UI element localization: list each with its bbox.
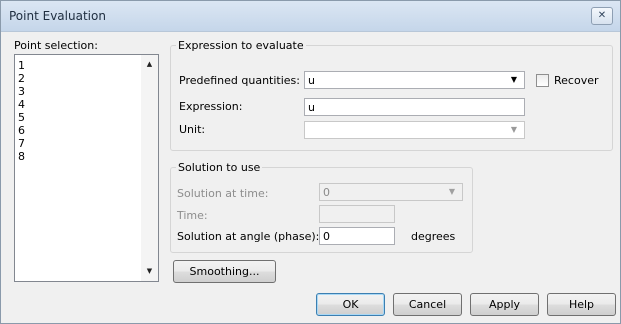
time-label: Time: <box>177 209 208 222</box>
recover-checkbox[interactable] <box>536 74 549 87</box>
expression-input[interactable]: u <box>304 98 525 116</box>
list-item[interactable]: 5 <box>18 111 25 124</box>
angle-label: Solution at angle (phase): <box>177 230 320 243</box>
point-selection-label: Point selection: <box>14 39 98 52</box>
time-input[interactable] <box>319 205 395 223</box>
point-evaluation-dialog: Point Evaluation ✕ Point selection: 1 2 … <box>0 0 621 324</box>
cancel-button[interactable]: Cancel <box>393 293 462 316</box>
unit-label: Unit: <box>179 123 206 136</box>
unit-select[interactable]: ▼ <box>304 121 525 139</box>
solution-time-value: 0 <box>323 186 330 199</box>
expression-value: u <box>308 101 315 114</box>
solution-time-select[interactable]: 0 ▼ <box>319 183 463 201</box>
smoothing-button[interactable]: Smoothing... <box>173 260 276 283</box>
list-item[interactable]: 1 <box>18 59 25 72</box>
scroll-up-icon[interactable]: ▲ <box>141 56 158 73</box>
list-item[interactable]: 7 <box>18 137 25 150</box>
list-item[interactable]: 8 <box>18 150 25 163</box>
angle-input[interactable]: 0 <box>319 227 395 245</box>
list-item[interactable]: 4 <box>18 98 25 111</box>
angle-unit-label: degrees <box>411 230 456 243</box>
ok-button[interactable]: OK <box>316 293 385 316</box>
predefined-quantities-label: Predefined quantities: <box>179 74 300 87</box>
angle-value: 0 <box>323 230 330 243</box>
predefined-quantities-select[interactable]: u ▼ <box>304 71 525 89</box>
solution-group-title: Solution to use <box>176 161 263 174</box>
point-selection-list[interactable]: 1 2 3 4 5 6 7 8 ▲ ▼ <box>14 54 159 282</box>
chevron-down-icon[interactable]: ▼ <box>445 185 459 199</box>
window-title: Point Evaluation <box>9 9 106 23</box>
list-item[interactable]: 6 <box>18 124 25 137</box>
title-bar[interactable]: Point Evaluation ✕ <box>1 1 620 32</box>
chevron-down-icon[interactable]: ▼ <box>507 73 521 87</box>
help-button[interactable]: Help <box>547 293 616 316</box>
expression-group-title: Expression to evaluate <box>176 39 306 52</box>
apply-button[interactable]: Apply <box>470 293 539 316</box>
list-scrollbar[interactable]: ▲ ▼ <box>141 55 158 281</box>
scroll-down-icon[interactable]: ▼ <box>141 263 158 280</box>
list-item[interactable]: 2 <box>18 72 25 85</box>
predefined-quantities-value: u <box>308 74 315 87</box>
close-icon[interactable]: ✕ <box>591 7 613 25</box>
recover-label: Recover <box>554 74 599 87</box>
expression-label: Expression: <box>179 100 243 113</box>
list-item[interactable]: 3 <box>18 85 25 98</box>
chevron-down-icon[interactable]: ▼ <box>507 123 521 137</box>
solution-time-label: Solution at time: <box>177 187 269 200</box>
